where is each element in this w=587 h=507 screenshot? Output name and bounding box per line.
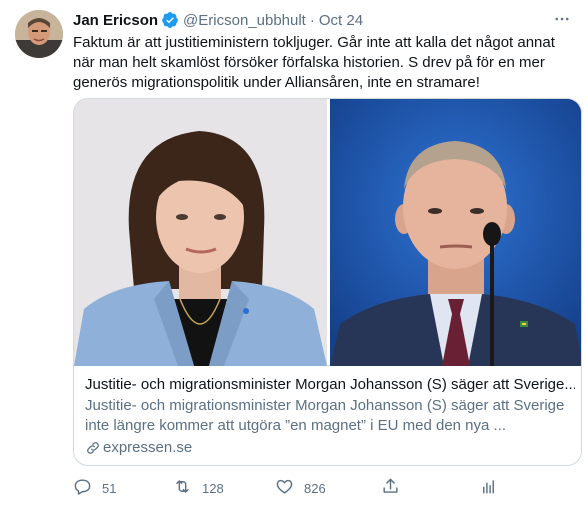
reply-icon	[73, 477, 92, 499]
link-icon	[85, 440, 101, 456]
card-image-right	[330, 99, 581, 366]
card-image-left	[74, 99, 327, 366]
retweet-icon	[173, 477, 192, 499]
like-button[interactable]: 826	[275, 476, 326, 500]
share-icon	[381, 477, 400, 499]
like-count: 826	[304, 480, 326, 496]
retweet-count: 128	[202, 480, 224, 496]
tweet[interactable]: Jan Ericson @Ericson_ubbhult · Oct 24 Fa…	[0, 0, 587, 507]
share-button[interactable]	[381, 476, 400, 500]
action-bar: 51 128 826	[73, 476, 503, 500]
avatar[interactable]	[15, 10, 63, 58]
analytics-icon	[479, 477, 498, 499]
like-icon	[275, 477, 294, 499]
reply-count: 51	[102, 480, 117, 496]
card-description: Justitie- och migrationsminister Morgan …	[85, 397, 565, 434]
card-title[interactable]: Justitie- och migrationsminister Morgan …	[85, 375, 575, 395]
author-handle[interactable]: @Ericson_ubbhult	[183, 12, 306, 29]
tweet-text: Faktum är att justitieministern tokljuge…	[73, 34, 555, 91]
analytics-button[interactable]	[479, 476, 498, 500]
tweet-header: Jan Ericson @Ericson_ubbhult · Oct 24	[73, 10, 363, 30]
card-domain-text: expressen.se	[103, 439, 193, 456]
reply-button[interactable]: 51	[73, 476, 116, 500]
card-domain[interactable]: expressen.se	[85, 438, 192, 458]
retweet-button[interactable]: 128	[173, 476, 224, 500]
verified-badge-icon	[161, 11, 179, 29]
tweet-date[interactable]: Oct 24	[319, 12, 363, 29]
link-card[interactable]: Justitie- och migrationsminister Morgan …	[73, 98, 582, 466]
card-images	[74, 99, 581, 366]
more-icon[interactable]	[551, 8, 573, 30]
separator-dot: ·	[309, 11, 315, 29]
author-name[interactable]: Jan Ericson	[73, 12, 158, 29]
